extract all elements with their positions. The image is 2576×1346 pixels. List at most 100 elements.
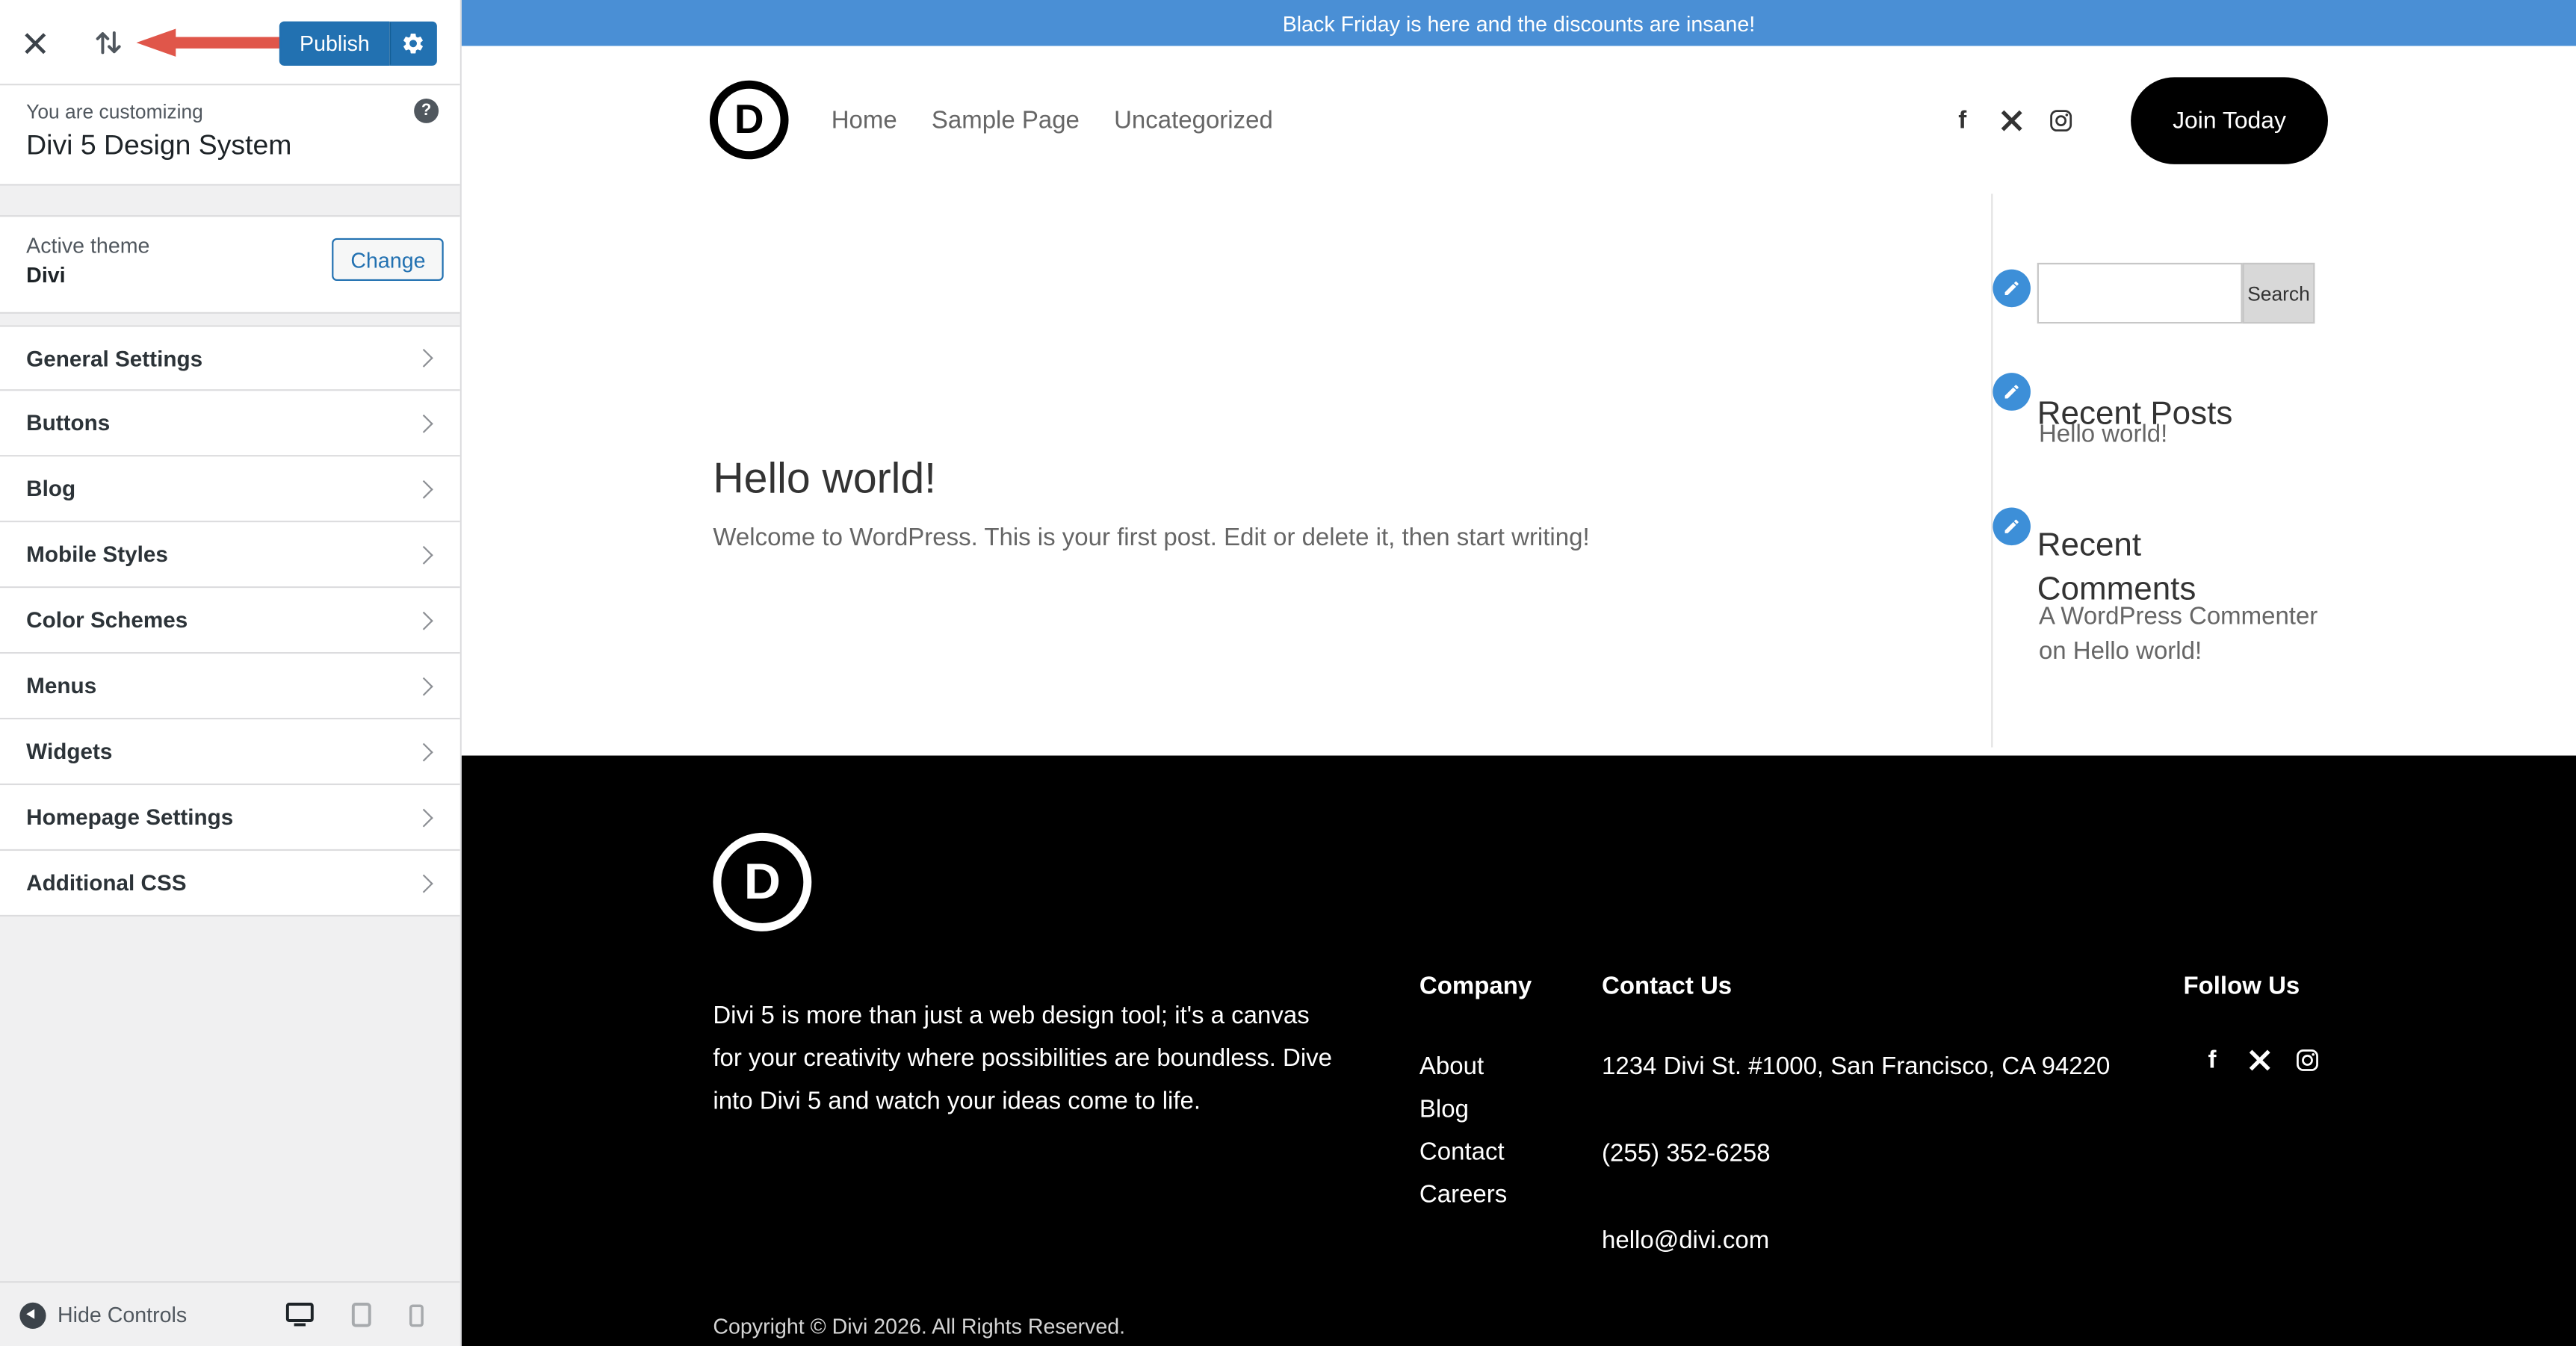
- publish-settings-button[interactable]: [389, 22, 437, 66]
- footer-link-about[interactable]: About: [1419, 1046, 1532, 1089]
- pencil-icon: [2003, 279, 2021, 297]
- edit-recent-posts-widget-button[interactable]: [1993, 373, 2031, 411]
- section-label: General Settings: [26, 346, 202, 370]
- chevron-right-icon: [415, 808, 433, 827]
- sidebar-item-widgets[interactable]: Widgets: [0, 719, 460, 785]
- footer-contact-title: Contact Us: [1602, 974, 2144, 1000]
- site-footer: D Divi 5 is more than just a web design …: [462, 756, 2576, 1346]
- sidebar-item-color-schemes[interactable]: Color Schemes: [0, 588, 460, 654]
- footer-phone: (255) 352-6258: [1602, 1133, 2144, 1176]
- chevron-right-icon: [415, 742, 433, 761]
- section-label: Buttons: [26, 411, 110, 435]
- main-nav: Home Sample Page Uncategorized: [832, 46, 1273, 194]
- section-label: Menus: [26, 674, 96, 698]
- nav-item-sample-page[interactable]: Sample Page: [932, 106, 1080, 134]
- annotation-arrow: [137, 28, 294, 58]
- sidebar-item-blog[interactable]: Blog: [0, 456, 460, 522]
- sidebar-item-homepage-settings[interactable]: Homepage Settings: [0, 785, 460, 851]
- join-today-button[interactable]: Join Today: [2131, 77, 2328, 164]
- promo-banner: Black Friday is here and the discounts a…: [462, 0, 2576, 46]
- x-twitter-icon[interactable]: [2247, 1046, 2272, 1073]
- footer-email[interactable]: hello@divi.com: [1602, 1221, 2144, 1263]
- footer-link-blog[interactable]: Blog: [1419, 1089, 1532, 1132]
- footer-link-contact[interactable]: Contact: [1419, 1132, 1532, 1174]
- nav-item-home[interactable]: Home: [832, 106, 897, 134]
- footer-logo[interactable]: D: [713, 833, 811, 931]
- footer-follow-column: Follow Us f: [2183, 974, 2320, 1073]
- search-input[interactable]: [2037, 263, 2243, 323]
- footer-company-title: Company: [1419, 974, 1532, 1000]
- recent-comment-link[interactable]: A WordPress Commenter on Hello world!: [2039, 600, 2335, 669]
- hide-controls-label: Hide Controls: [58, 1303, 187, 1327]
- sidebar-item-buttons[interactable]: Buttons: [0, 391, 460, 456]
- chevron-right-icon: [415, 874, 433, 893]
- tablet-icon: [352, 1303, 371, 1327]
- post-title[interactable]: Hello world!: [713, 450, 1863, 506]
- chevron-right-icon: [415, 545, 433, 564]
- facebook-icon[interactable]: f: [1950, 107, 1975, 133]
- sort-arrows-icon[interactable]: [92, 26, 125, 59]
- device-preview-toggles: [286, 1303, 424, 1327]
- footer-description: Divi 5 is more than just a web design to…: [713, 996, 1334, 1124]
- active-theme-panel: Active theme Divi Change: [0, 215, 460, 314]
- sidebar-item-general-settings[interactable]: General Settings: [0, 325, 460, 391]
- chevron-right-icon: [415, 677, 433, 695]
- footer-copyright: Copyright © Divi 2026. All Rights Reserv…: [713, 1314, 1125, 1339]
- close-icon: [16, 31, 52, 55]
- pencil-icon: [2003, 382, 2021, 400]
- site-header: D Home Sample Page Uncategorized f Join: [462, 46, 2576, 194]
- chevron-right-icon: [415, 414, 433, 432]
- customizer-panel-title: Divi 5 Design System: [26, 130, 433, 163]
- footer-contact-column: Contact Us 1234 Divi St. #1000, San Fran…: [1602, 974, 2144, 1307]
- hide-controls-button[interactable]: Hide Controls: [19, 1302, 187, 1328]
- edit-search-widget-button[interactable]: [1993, 270, 2031, 308]
- customizer-bottombar: Hide Controls: [0, 1281, 460, 1346]
- site-logo[interactable]: D: [710, 81, 789, 160]
- sidebar-item-mobile-styles[interactable]: Mobile Styles: [0, 522, 460, 588]
- post-preview: Hello world! Welcome to WordPress. This …: [713, 450, 1863, 559]
- x-twitter-icon[interactable]: [1999, 107, 2024, 133]
- change-theme-button[interactable]: Change: [332, 238, 444, 281]
- instagram-icon[interactable]: [2295, 1046, 2320, 1073]
- facebook-icon[interactable]: f: [2199, 1046, 2224, 1073]
- site-preview: Black Friday is here and the discounts a…: [462, 0, 2576, 1346]
- footer-address: 1234 Divi St. #1000, San Francisco, CA 9…: [1602, 1046, 2144, 1089]
- post-excerpt: Welcome to WordPress. This is your first…: [713, 519, 1863, 559]
- recent-comments-title: Recent Comments: [2037, 524, 2276, 612]
- collapse-arrow-icon: [19, 1302, 46, 1328]
- blog-content: Hello world! Welcome to WordPress. This …: [462, 193, 2576, 755]
- search-button[interactable]: Search: [2243, 263, 2315, 323]
- customizer-sections-list: General Settings Buttons Blog Mobile Sty…: [0, 325, 460, 917]
- chevron-right-icon: [415, 480, 433, 498]
- nav-item-uncategorized[interactable]: Uncategorized: [1114, 106, 1273, 134]
- sidebar-item-additional-css[interactable]: Additional CSS: [0, 851, 460, 917]
- publish-button[interactable]: Publish: [280, 22, 390, 66]
- device-mobile-button[interactable]: [409, 1303, 424, 1327]
- section-label: Mobile Styles: [26, 542, 168, 567]
- section-label: Widgets: [26, 739, 112, 764]
- customizer-intro-panel: You are customizing Divi 5 Design System…: [0, 85, 460, 185]
- sidebar-divider: [1991, 193, 1993, 747]
- mobile-icon: [409, 1303, 424, 1327]
- chevron-right-icon: [415, 611, 433, 630]
- screenshot-root: Publish You are customizing Divi 5 Desig…: [0, 0, 2576, 1346]
- instagram-icon[interactable]: [2049, 107, 2073, 133]
- section-label: Additional CSS: [26, 870, 186, 895]
- section-label: Color Schemes: [26, 608, 188, 633]
- customizer-sidebar: Publish You are customizing Divi 5 Desig…: [0, 0, 462, 1346]
- footer-link-careers[interactable]: Careers: [1419, 1174, 1532, 1217]
- pencil-icon: [2003, 518, 2021, 536]
- header-social-icons: f: [1950, 46, 2073, 194]
- recent-post-link[interactable]: Hello world!: [2039, 418, 2167, 452]
- customizer-topbar: Publish: [0, 0, 460, 85]
- device-tablet-button[interactable]: [352, 1303, 371, 1327]
- device-desktop-button[interactable]: [286, 1303, 314, 1327]
- customizing-label: You are customizing: [26, 100, 433, 123]
- close-customizer-button[interactable]: [16, 25, 52, 61]
- edit-recent-comments-widget-button[interactable]: [1993, 507, 2031, 545]
- sidebar-item-menus[interactable]: Menus: [0, 654, 460, 719]
- section-label: Blog: [26, 477, 75, 501]
- help-icon[interactable]: ?: [414, 99, 439, 123]
- footer-company-column: Company About Blog Contact Careers: [1419, 974, 1532, 1217]
- section-label: Homepage Settings: [26, 805, 233, 830]
